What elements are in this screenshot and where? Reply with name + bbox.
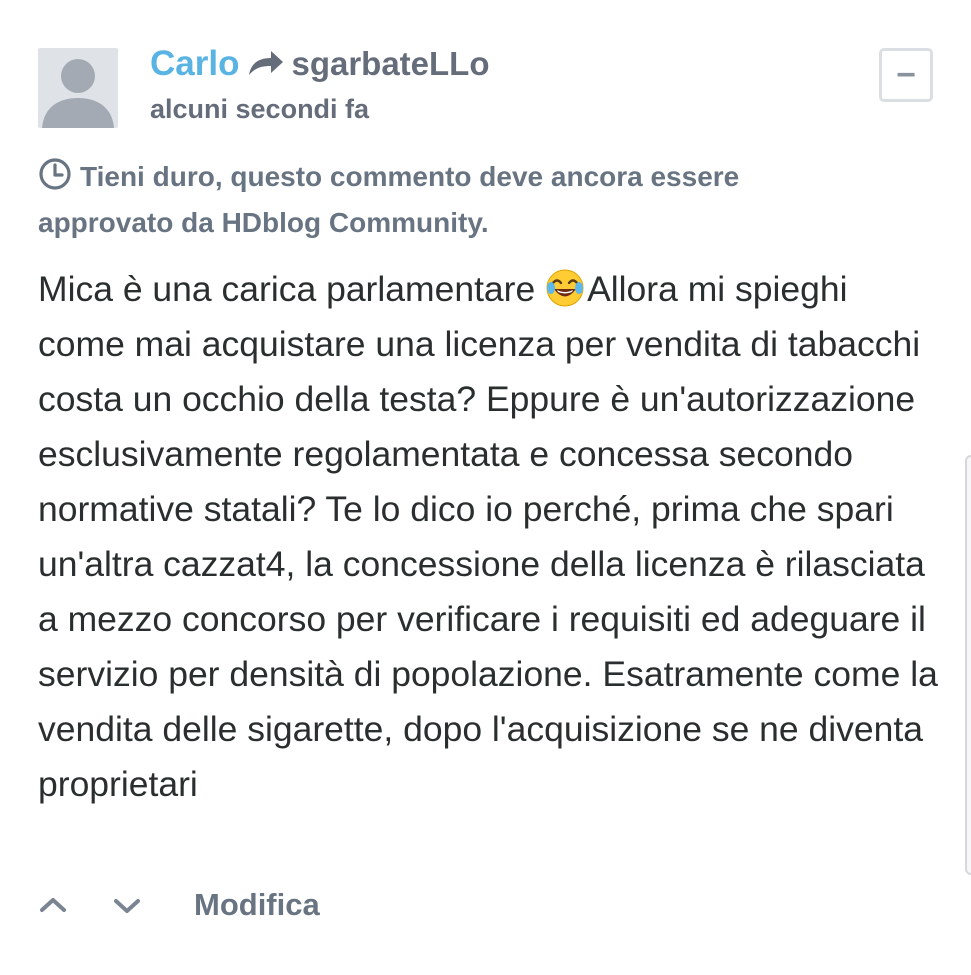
pending-notice-text: Tieni duro, questo commento deve ancora … [38,161,740,238]
author-name[interactable]: Carlo [150,44,239,84]
default-user-icon [42,59,114,128]
collapse-button[interactable]: − [879,48,933,102]
upvote-button[interactable] [38,890,68,920]
comment-timestamp[interactable]: alcuni secondi fa [150,94,369,125]
comment-actions: Modifica [38,880,320,930]
pending-approval-notice: Tieni duro, questo commento deve ancora … [38,154,838,246]
comment-text-part-1: Mica è una carica parlamentare [38,269,546,309]
downvote-button[interactable] [112,890,142,920]
minus-icon: − [896,55,916,94]
reply-target-user[interactable]: sgarbateLLo [291,45,489,83]
chevron-down-icon [114,899,140,913]
scrollbar[interactable] [965,455,971,875]
comment-body: Mica è una carica parlamentare Allora mi… [38,262,943,812]
reply-arrow-icon [245,49,285,79]
comment-header: Carlo sgarbateLLo [150,40,490,88]
clock-icon [38,157,72,191]
comment-text-part-2: Allora mi spieghi come mai acquistare un… [38,269,938,804]
chevron-up-icon [40,898,66,912]
avatar[interactable] [38,48,118,128]
edit-comment-link[interactable]: Modifica [194,887,320,923]
face-with-tears-of-joy-emoji [545,268,585,308]
